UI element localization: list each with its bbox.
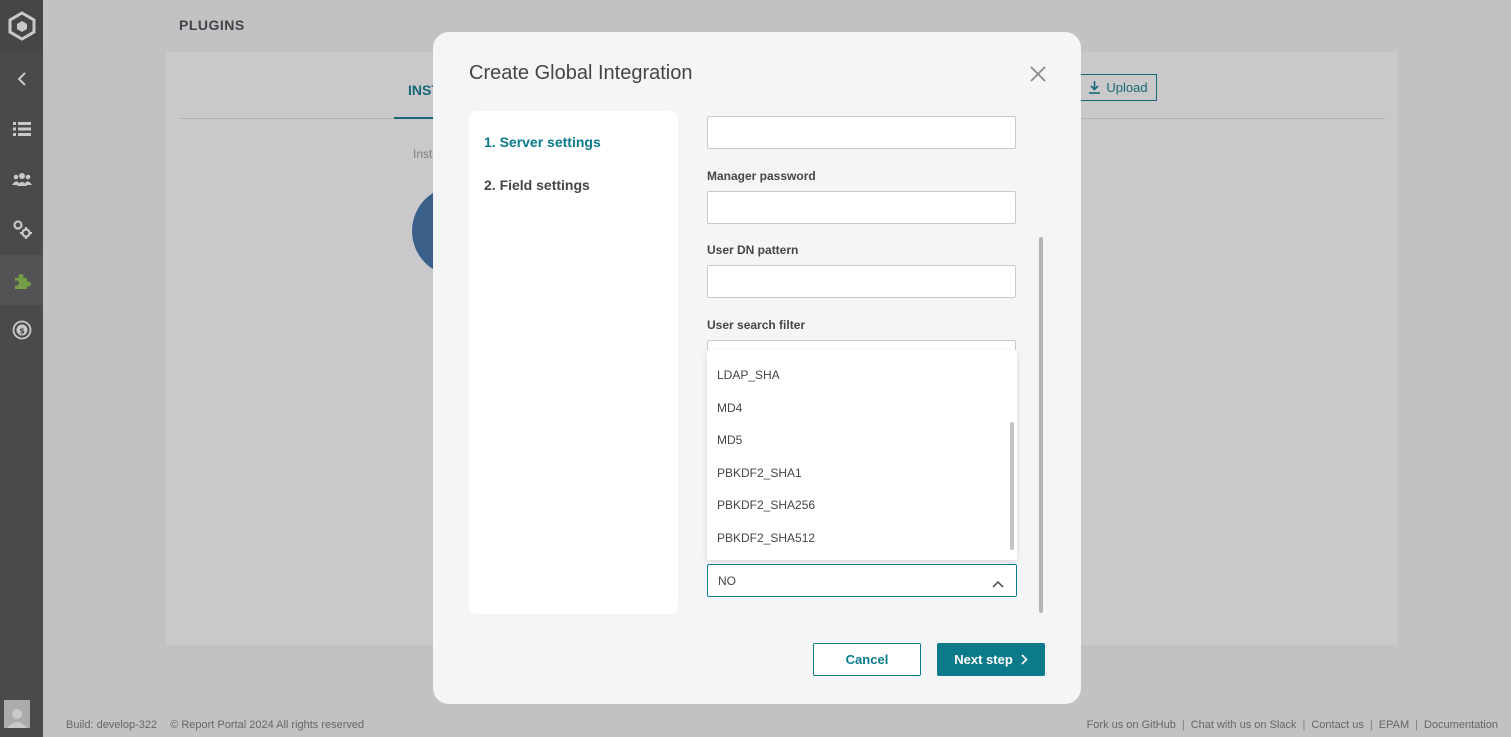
user-dn-pattern-input[interactable] bbox=[707, 265, 1016, 298]
dropdown-option[interactable]: PBKDF2_SHA256 bbox=[717, 498, 815, 512]
manager-password-label: Manager password bbox=[707, 169, 816, 183]
next-step-button[interactable]: Next step bbox=[937, 643, 1045, 676]
dropdown-option[interactable]: MD4 bbox=[717, 401, 742, 415]
modal-title: Create Global Integration bbox=[469, 62, 693, 84]
manager-dn-input[interactable] bbox=[707, 116, 1016, 149]
user-dn-pattern-label: User DN pattern bbox=[707, 243, 799, 257]
encoder-select[interactable]: NO bbox=[707, 564, 1017, 597]
chevron-right-icon bbox=[1021, 654, 1028, 665]
cancel-button[interactable]: Cancel bbox=[813, 643, 921, 676]
chevron-up-icon bbox=[992, 575, 1004, 593]
user-search-filter-label: User search filter bbox=[707, 318, 806, 332]
encoder-dropdown-list: LDAP_SHA MD4 MD5 PBKDF2_SHA1 PBKDF2_SHA2… bbox=[707, 350, 1017, 560]
manager-password-input[interactable] bbox=[707, 191, 1016, 224]
form-scrollbar[interactable] bbox=[1039, 237, 1043, 613]
close-icon[interactable] bbox=[1027, 63, 1049, 85]
step-server-settings[interactable]: 1. Server settings bbox=[484, 134, 601, 150]
dropdown-option[interactable]: MD5 bbox=[717, 433, 742, 447]
dropdown-option[interactable]: LDAP_SHA bbox=[717, 368, 780, 382]
dropdown-option[interactable]: PBKDF2_SHA512 bbox=[717, 531, 815, 545]
step-field-settings[interactable]: 2. Field settings bbox=[484, 177, 590, 193]
steps-panel: 1. Server settings 2. Field settings bbox=[469, 111, 678, 614]
select-value: NO bbox=[718, 574, 736, 588]
dropdown-option[interactable]: PBKDF2_SHA1 bbox=[717, 466, 802, 480]
create-integration-modal: Create Global Integration 1. Server sett… bbox=[433, 32, 1081, 704]
dropdown-scrollbar[interactable] bbox=[1010, 422, 1014, 550]
next-step-label: Next step bbox=[954, 652, 1013, 667]
